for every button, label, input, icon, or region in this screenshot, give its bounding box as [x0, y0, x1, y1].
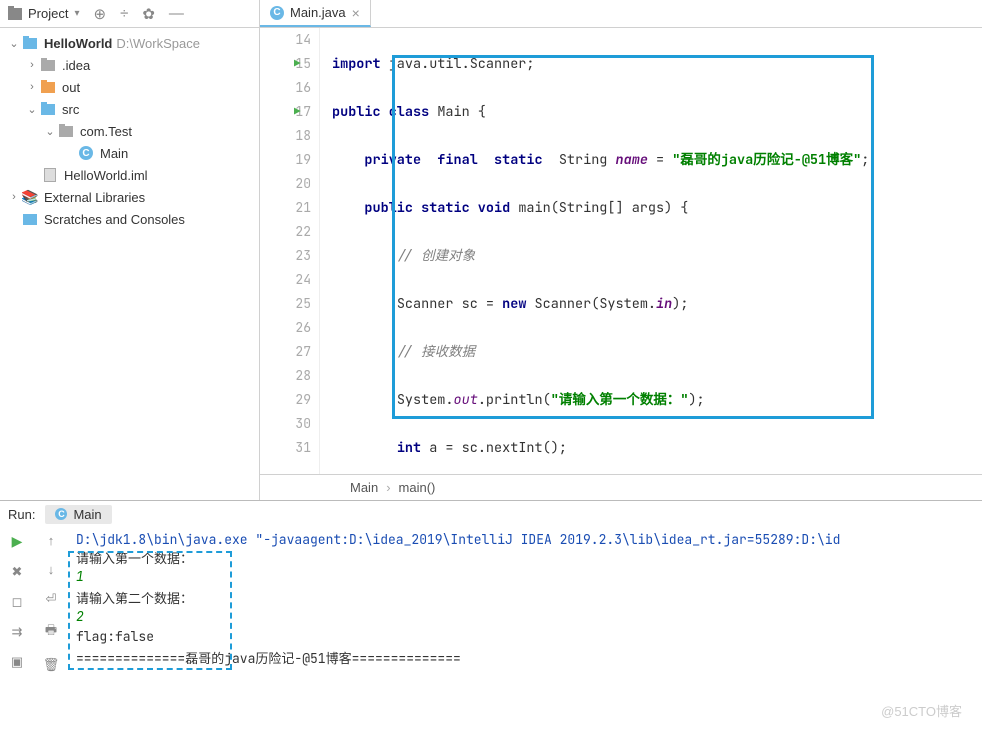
- breadcrumb-main[interactable]: Main: [350, 480, 378, 495]
- breadcrumb-method[interactable]: main(): [399, 480, 436, 495]
- package-icon: [59, 126, 73, 137]
- library-icon: 📚: [22, 190, 38, 204]
- tree-out-label: out: [62, 80, 80, 95]
- editor-tab-main[interactable]: C Main.java ×: [260, 0, 371, 27]
- chevron-down-icon[interactable]: ▾: [74, 8, 79, 19]
- watermark: @51CTO博客: [881, 701, 962, 720]
- tree-root[interactable]: ⌄ HelloWorld D:\WorkSpace: [0, 32, 259, 54]
- tree-pkg-label: com.Test: [80, 124, 132, 139]
- tree-scratches[interactable]: Scratches and Consoles: [0, 208, 259, 230]
- tree-root-label: HelloWorld: [44, 36, 112, 51]
- panel-header: Project ▾ ⊕ ÷ ✿ —: [0, 0, 259, 28]
- tree-src[interactable]: ⌄ src: [0, 98, 259, 120]
- output-value: 2: [76, 608, 974, 628]
- tree-libs[interactable]: › 📚 External Libraries: [0, 186, 259, 208]
- tree-idea-label: .idea: [62, 58, 90, 73]
- run-header: Run: C Main: [0, 501, 982, 527]
- tree-root-path: D:\WorkSpace: [116, 36, 200, 51]
- editor-area: C Main.java × 14 ▶15 16 ▶17 18 19 20 21 …: [260, 0, 982, 500]
- run-tab-label: Main: [73, 507, 101, 522]
- hide-icon[interactable]: —: [169, 5, 184, 22]
- class-icon: C: [270, 6, 284, 20]
- tree-out[interactable]: › out: [0, 76, 259, 98]
- folder-icon: [41, 82, 55, 93]
- gutter: 14 ▶15 16 ▶17 18 19 20 21 22 23 24 25 26…: [260, 28, 320, 474]
- output-line: flag:false: [76, 628, 974, 648]
- tree-main-class[interactable]: C Main: [0, 142, 259, 164]
- stop-icon[interactable]: ▣: [11, 654, 23, 670]
- editor-tabs: C Main.java ×: [260, 0, 982, 28]
- run-toolbar-outer: ▶ ✖ ◻ ⇉ ▣: [0, 527, 34, 728]
- collapse-icon[interactable]: ÷: [120, 5, 128, 22]
- tree-libs-label: External Libraries: [44, 190, 145, 205]
- cmd-line: D:\jdk1.8\bin\java.exe "-javaagent:D:\id…: [76, 531, 974, 548]
- folder-icon: [23, 38, 37, 49]
- run-tab[interactable]: C Main: [45, 505, 111, 524]
- folder-icon: [41, 104, 55, 115]
- close-icon[interactable]: ×: [352, 5, 360, 21]
- project-tree: ⌄ HelloWorld D:\WorkSpace › .idea › out …: [0, 28, 259, 234]
- output-value: 1: [76, 568, 974, 588]
- up-icon[interactable]: ↑: [48, 533, 55, 548]
- file-icon: [44, 168, 56, 182]
- output-line: 请输入第一个数据：: [76, 548, 974, 568]
- class-icon: C: [79, 146, 93, 160]
- tab-label: Main.java: [290, 5, 346, 20]
- down-icon[interactable]: ↓: [48, 562, 55, 577]
- tree-main-label: Main: [100, 146, 128, 161]
- class-icon: C: [55, 508, 67, 520]
- target-icon[interactable]: ⊕: [94, 5, 107, 23]
- run-label: Run:: [8, 507, 35, 522]
- run-panel: Run: C Main ▶ ✖ ◻ ⇉ ▣ ↑ ↓ ⏎ 🖶 🗑 D:\jdk1.…: [0, 500, 982, 728]
- code-body[interactable]: import java.util.Scanner; public class M…: [320, 28, 982, 474]
- play-icon[interactable]: ▶: [12, 533, 23, 550]
- tree-idea[interactable]: › .idea: [0, 54, 259, 76]
- project-panel: Project ▾ ⊕ ÷ ✿ — ⌄ HelloWorld D:\WorkSp…: [0, 0, 260, 500]
- tree-iml-label: HelloWorld.iml: [64, 168, 148, 183]
- project-icon: [8, 8, 22, 20]
- output-line: 请输入第二个数据：: [76, 588, 974, 608]
- tree-scratches-label: Scratches and Consoles: [44, 212, 185, 227]
- tree-package[interactable]: ⌄ com.Test: [0, 120, 259, 142]
- debug-icon[interactable]: ✖: [12, 564, 23, 580]
- print-icon[interactable]: 🖶: [45, 621, 57, 643]
- rerun-icon[interactable]: ⇉: [12, 624, 23, 640]
- code-editor[interactable]: 14 ▶15 16 ▶17 18 19 20 21 22 23 24 25 26…: [260, 28, 982, 474]
- folder-icon: [41, 60, 55, 71]
- breadcrumb-sep: ›: [386, 480, 390, 495]
- gear-icon[interactable]: ✿: [142, 5, 155, 23]
- tree-iml[interactable]: HelloWorld.iml: [0, 164, 259, 186]
- scratch-icon: [23, 214, 37, 225]
- panel-title[interactable]: Project ▾: [8, 6, 80, 21]
- tree-src-label: src: [62, 102, 79, 117]
- run-output[interactable]: D:\jdk1.8\bin\java.exe "-javaagent:D:\id…: [68, 527, 982, 728]
- panel-title-text: Project: [28, 6, 68, 21]
- run-toolbar-inner: ↑ ↓ ⏎ 🖶 🗑: [34, 527, 68, 728]
- trash-icon[interactable]: 🗑: [43, 657, 60, 673]
- breadcrumb[interactable]: Main › main(): [260, 474, 982, 500]
- wrap-icon[interactable]: ⏎: [46, 591, 57, 607]
- camera-icon[interactable]: ◻: [12, 594, 23, 610]
- output-line: ==============磊哥的java历险记-@51博客==========…: [76, 648, 974, 668]
